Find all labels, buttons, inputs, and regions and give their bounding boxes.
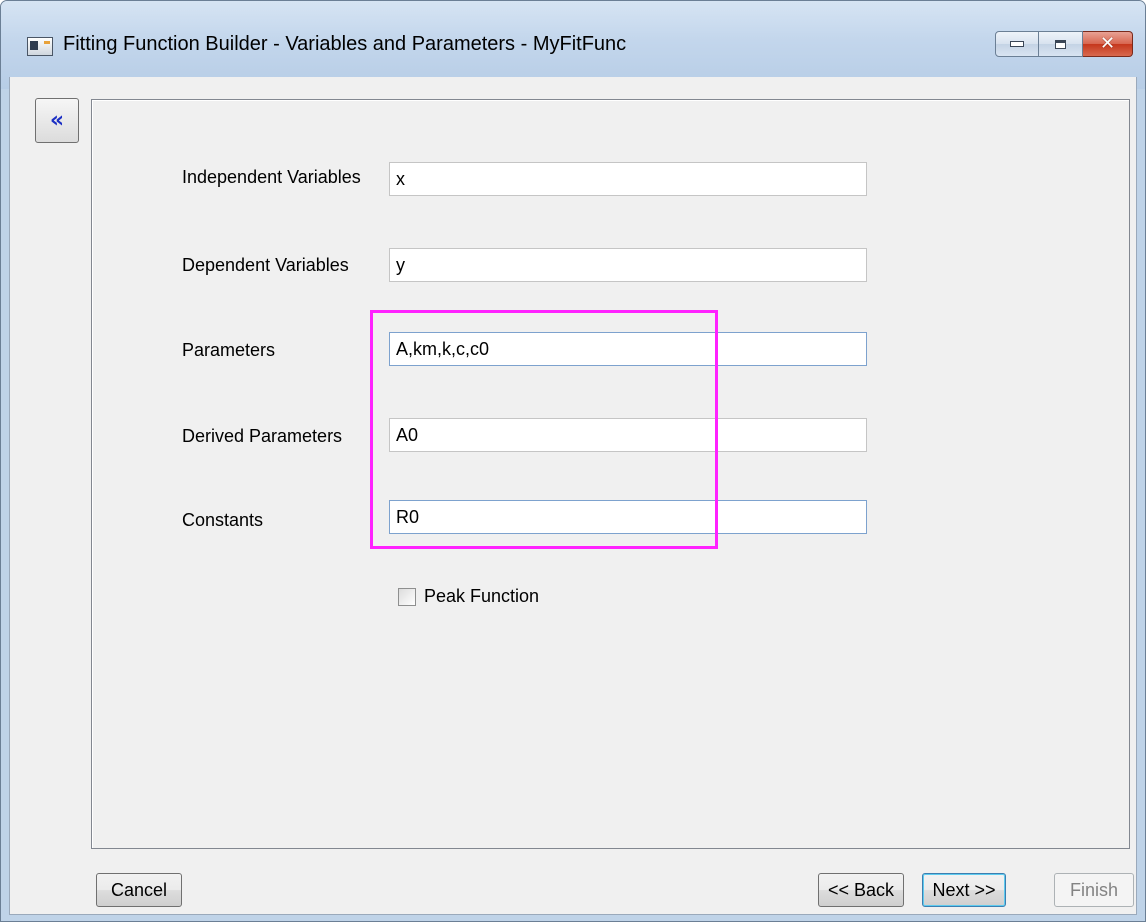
minimize-button[interactable] [995,31,1039,57]
constants-input[interactable] [389,500,867,534]
dialog-window: Fitting Function Builder - Variables and… [0,0,1146,922]
parameters-label: Parameters [182,340,276,360]
dependent-variables-label: Dependent Variables [182,255,349,275]
peak-function-label: Peak Function [424,586,540,606]
cancel-button[interactable]: Cancel [96,873,182,907]
derived-parameters-input[interactable] [389,418,867,452]
derived-parameters-label: Derived Parameters [182,426,343,446]
peak-function-option[interactable]: Peak Function [398,586,539,607]
parameters-input[interactable] [389,332,867,366]
app-icon [27,37,53,56]
double-chevron-left-icon: « [49,108,65,133]
constants-label: Constants [182,510,264,530]
dialog-client-area: « Independent Variables Dependent Variab… [9,77,1137,915]
next-button[interactable]: Next >> [922,873,1006,907]
variables-parameters-panel: Independent Variables Dependent Variable… [91,99,1130,849]
back-button[interactable]: << Back [818,873,904,907]
collapse-panel-button[interactable]: « [35,98,79,143]
finish-button[interactable]: Finish [1054,873,1134,907]
peak-function-checkbox[interactable] [398,587,416,606]
maximize-icon [1055,39,1066,49]
title-bar[interactable]: Fitting Function Builder - Variables and… [1,1,1145,89]
independent-variables-input[interactable] [389,162,867,196]
independent-variables-label: Independent Variables [182,167,361,187]
dependent-variables-input[interactable] [389,248,867,282]
maximize-button[interactable] [1039,31,1083,57]
close-button[interactable]: ✕ [1083,31,1133,57]
window-controls: ✕ [995,31,1133,57]
close-icon: ✕ [1099,33,1116,54]
minimize-icon [1010,41,1024,47]
window-title: Fitting Function Builder - Variables and… [63,33,627,55]
